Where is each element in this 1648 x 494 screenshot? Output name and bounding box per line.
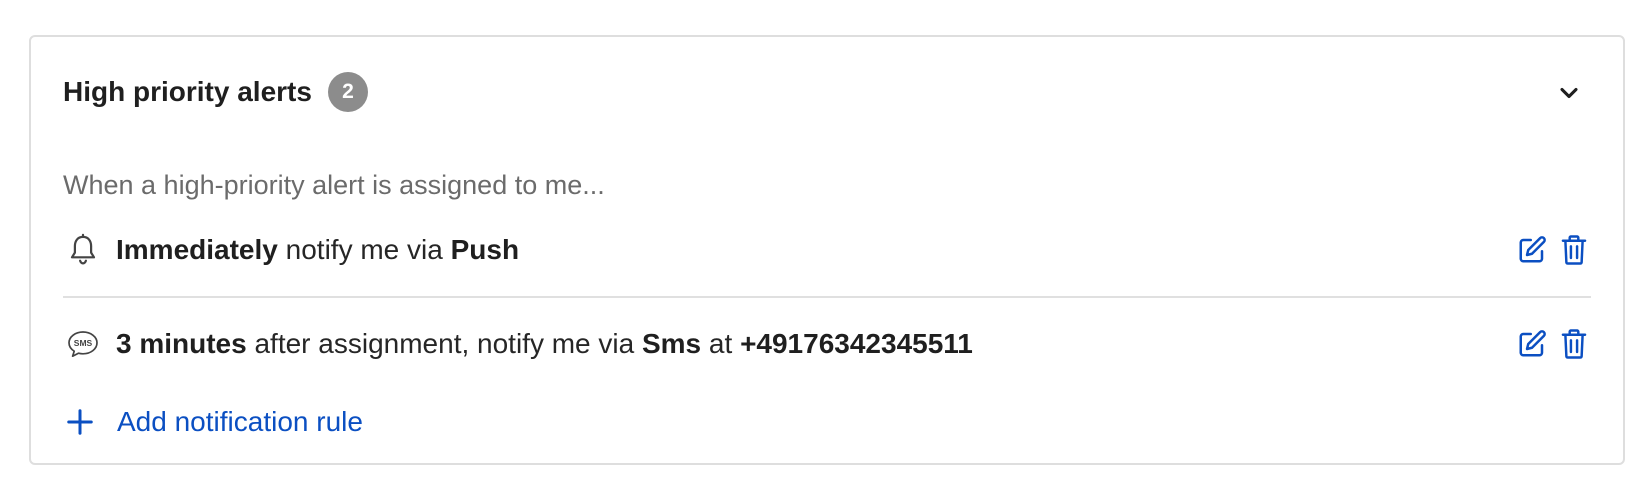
trash-icon	[1561, 329, 1587, 359]
delete-rule-button[interactable]	[1557, 326, 1591, 362]
svg-text:SMS: SMS	[74, 338, 93, 348]
count-badge: 2	[327, 72, 368, 112]
edit-icon	[1519, 236, 1546, 263]
rule-actions	[1507, 326, 1591, 362]
sms-icon: SMS	[65, 326, 101, 362]
rule-description: Immediately notify me via Push	[116, 234, 519, 266]
rule-text-at: at	[701, 328, 741, 359]
rule-divider	[63, 296, 1591, 298]
section-title: High priority alerts	[63, 76, 312, 107]
rule-text-mid: notify me via	[277, 234, 451, 265]
rule-channel: Push	[450, 234, 520, 265]
rule-channel: Sms	[641, 328, 702, 359]
notification-rules-card: High priority alerts 2 When a high-prior…	[29, 35, 1625, 465]
edit-rule-button[interactable]	[1515, 326, 1549, 362]
edit-rule-button[interactable]	[1515, 232, 1549, 268]
delete-rule-button[interactable]	[1557, 232, 1591, 268]
rule-description: 3 minutes after assignment, notify me vi…	[116, 328, 973, 360]
notification-rule: SMS 3 minutes after assignment, notify m…	[63, 324, 1591, 364]
rule-timing: Immediately	[116, 234, 278, 265]
add-notification-rule-button[interactable]: Add notification rule	[65, 406, 363, 438]
edit-icon	[1519, 330, 1546, 357]
trash-icon	[1561, 235, 1587, 265]
rule-destination: +49176342345511	[740, 328, 973, 359]
add-notification-rule-label: Add notification rule	[117, 406, 363, 437]
section-description: When a high-priority alert is assigned t…	[63, 170, 605, 200]
notification-rule: Immediately notify me via Push	[63, 230, 1591, 270]
bell-icon	[65, 232, 101, 268]
rule-text-mid: after assignment, notify me via	[246, 328, 642, 359]
plus-icon	[67, 409, 93, 435]
rule-timing: 3 minutes	[116, 328, 247, 359]
rule-actions	[1507, 232, 1591, 268]
chevron-down-icon[interactable]	[1555, 79, 1583, 107]
section-header: High priority alerts 2	[63, 71, 368, 113]
